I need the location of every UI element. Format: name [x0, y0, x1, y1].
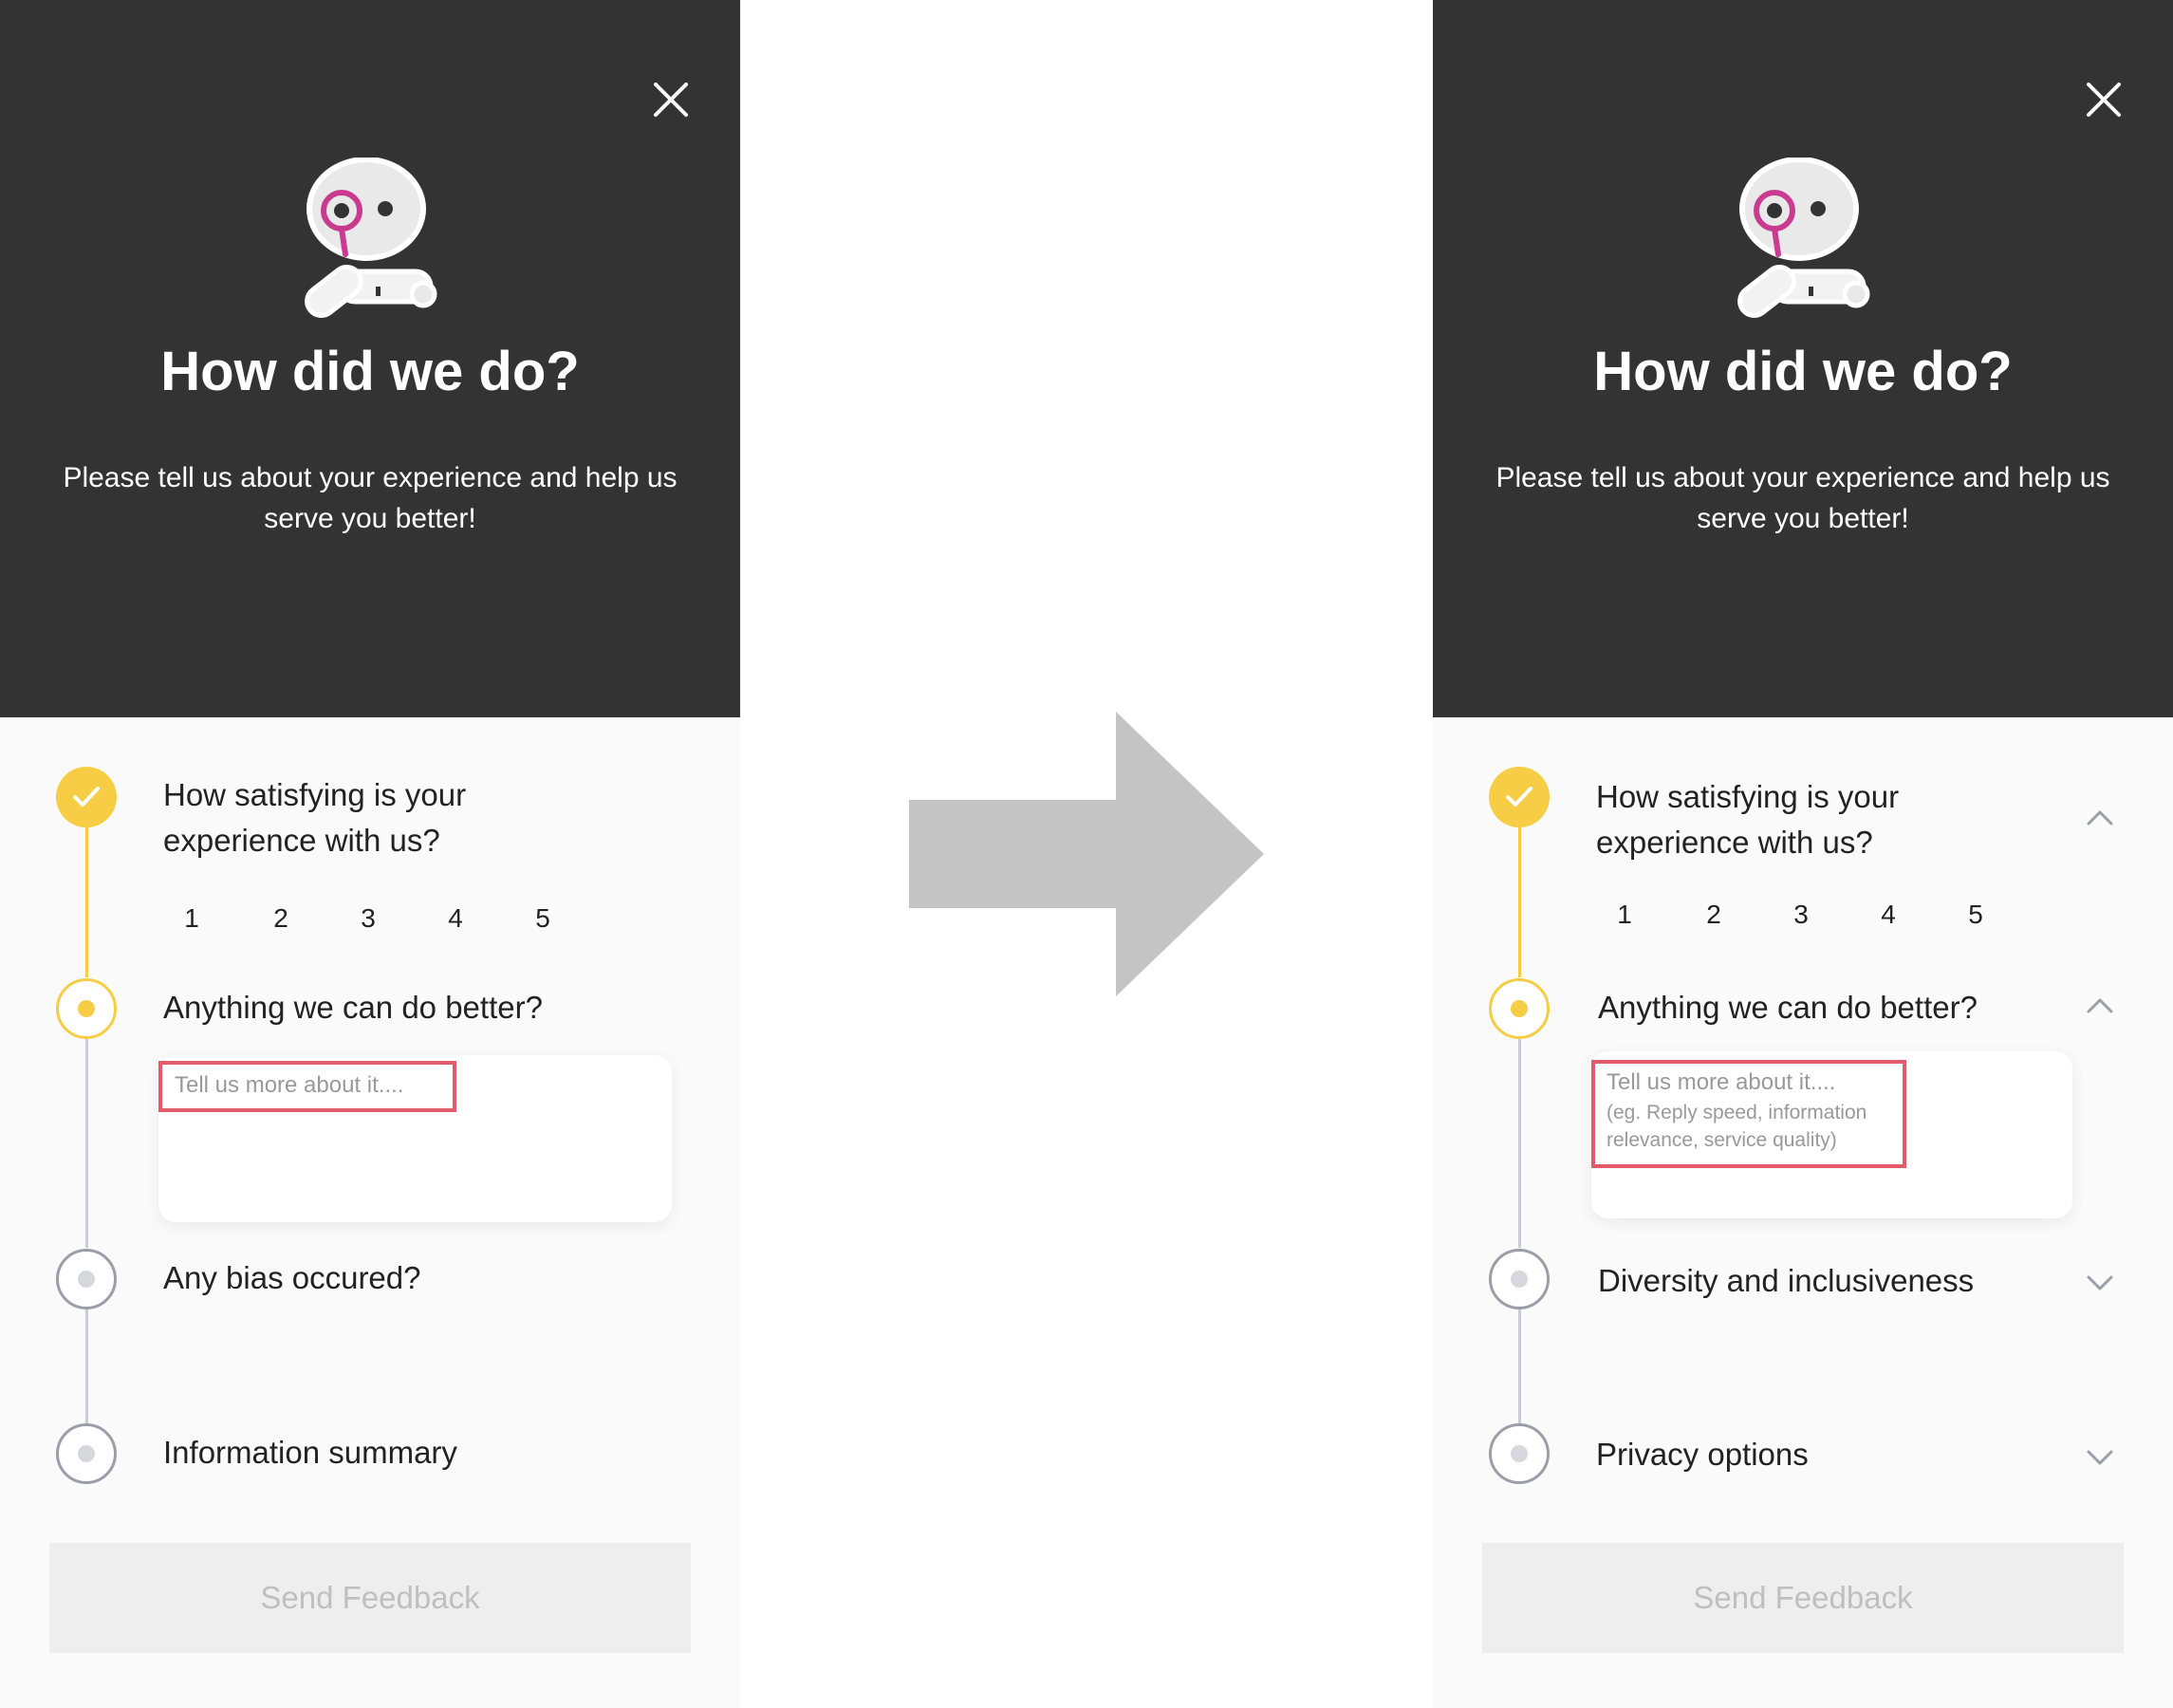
rating-option-1[interactable]: 1	[1606, 896, 1644, 934]
rating-option-4[interactable]: 4	[1869, 896, 1907, 934]
feedback-panel-before: How did we do? Please tell us about your…	[0, 0, 740, 1708]
chevron-up-icon[interactable]	[2086, 996, 2114, 1015]
rating-option-5[interactable]: 5	[524, 900, 562, 938]
rating-option-4[interactable]: 4	[436, 900, 474, 938]
rating-option-5[interactable]: 5	[1957, 896, 1995, 934]
send-feedback-button[interactable]: Send Feedback	[49, 1543, 691, 1653]
rating-option-2[interactable]: 2	[262, 900, 300, 938]
right-arrow-icon	[909, 712, 1264, 996]
page-title: How did we do?	[1593, 341, 2013, 402]
page-subtitle: Please tell us about your experience and…	[63, 462, 678, 534]
textarea-placeholder: Tell us more about it....	[175, 1072, 404, 1098]
question-satisfaction[interactable]: How satisfying is your experience with u…	[1596, 774, 1995, 865]
textarea-placeholder: Tell us more about it....	[1607, 1069, 1836, 1095]
progress-line-complete	[85, 826, 88, 977]
robot-mascot-icon	[1737, 158, 1870, 318]
progress-line-complete	[1518, 826, 1521, 977]
rating-option-3[interactable]: 3	[349, 900, 387, 938]
step-indicator-completed	[56, 767, 117, 827]
feedback-panel-after: How did we do? Please tell us about your…	[1433, 0, 2173, 1708]
rating-scale: 1 2 3 4 5	[173, 900, 571, 938]
question-privacy[interactable]: Privacy options	[1596, 1432, 2071, 1477]
progress-line-pending	[85, 1039, 88, 1248]
rating-option-3[interactable]: 3	[1782, 896, 1820, 934]
textarea-hint: (eg. Reply speed, information	[1607, 1102, 1867, 1123]
question-improvement[interactable]: Anything we can do better?	[163, 985, 695, 1030]
rating-option-2[interactable]: 2	[1695, 896, 1733, 934]
textarea-hint: relevance, service quality)	[1607, 1129, 1837, 1151]
question-satisfaction[interactable]: How satisfying is your experience with u…	[163, 772, 562, 863]
rating-option-1[interactable]: 1	[173, 900, 211, 938]
question-summary[interactable]: Information summary	[163, 1430, 695, 1476]
step-indicator-active	[56, 978, 117, 1039]
chevron-down-icon[interactable]	[2086, 1448, 2114, 1467]
step-indicator-pending	[56, 1249, 117, 1309]
question-diversity[interactable]: Diversity and inclusiveness	[1598, 1258, 2072, 1304]
chevron-down-icon[interactable]	[2086, 1273, 2114, 1292]
step-indicator-active	[1489, 978, 1550, 1039]
close-icon[interactable]	[2084, 80, 2124, 120]
step-indicator-pending	[1489, 1249, 1550, 1309]
check-icon	[73, 787, 100, 807]
progress-line-pending	[1518, 1309, 1521, 1425]
progress-line-pending	[1518, 1039, 1521, 1248]
question-improvement[interactable]: Anything we can do better?	[1598, 985, 2072, 1030]
feedback-header: How did we do? Please tell us about your…	[1433, 0, 2173, 717]
question-bias[interactable]: Any bias occured?	[163, 1255, 695, 1301]
rating-scale: 1 2 3 4 5	[1606, 896, 2004, 934]
page-subtitle: Please tell us about your experience and…	[1495, 462, 2110, 534]
progress-line-pending	[85, 1308, 88, 1425]
check-icon	[1506, 787, 1532, 807]
chevron-up-icon[interactable]	[2086, 808, 2114, 827]
send-feedback-button[interactable]: Send Feedback	[1482, 1543, 2124, 1653]
robot-mascot-icon	[305, 158, 437, 318]
feedback-header: How did we do? Please tell us about your…	[0, 0, 740, 717]
step-indicator-pending	[56, 1423, 117, 1484]
page-title: How did we do?	[160, 341, 580, 402]
close-icon[interactable]	[651, 80, 691, 120]
step-indicator-completed	[1489, 767, 1550, 827]
step-indicator-pending	[1489, 1423, 1550, 1484]
